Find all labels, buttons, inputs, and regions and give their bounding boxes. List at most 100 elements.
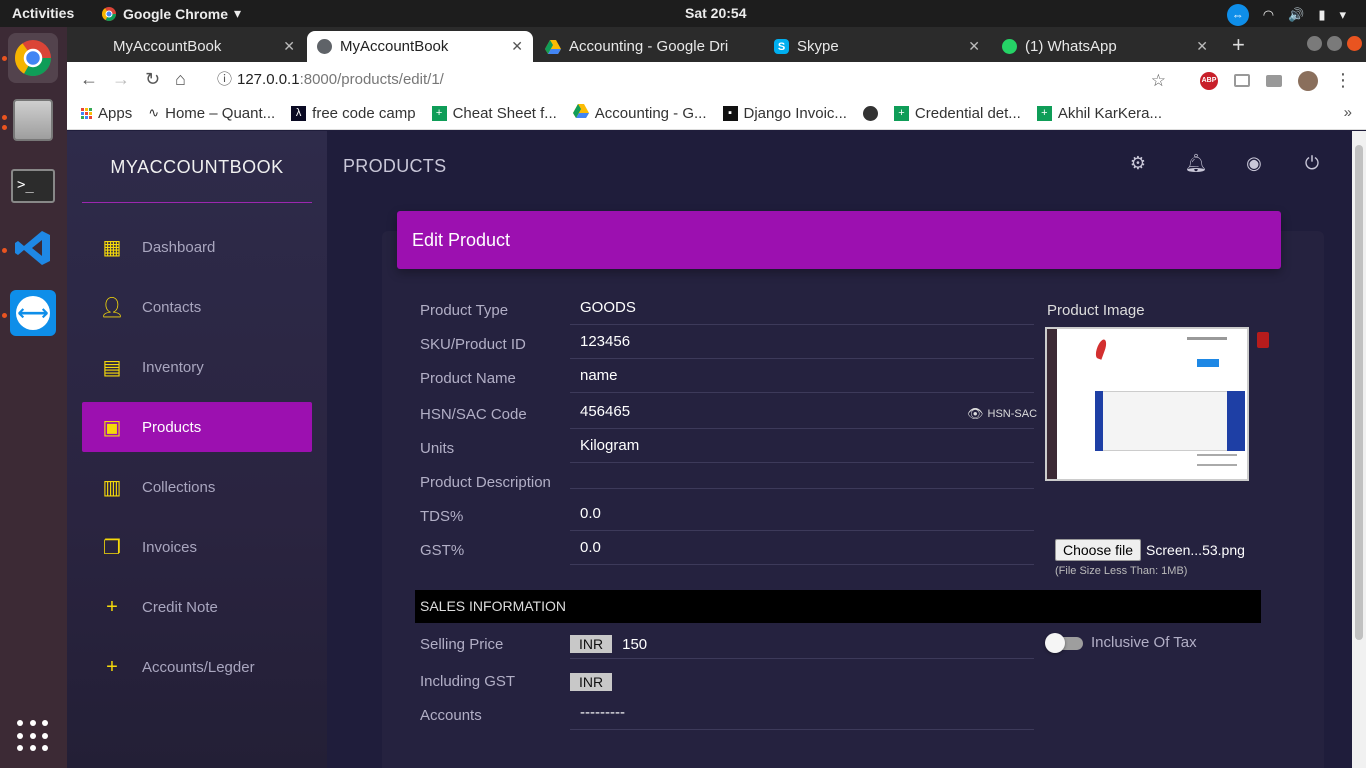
inclusive-of-tax-toggle[interactable] (1045, 633, 1085, 653)
bookmark-django-invoice[interactable]: ▪ Django Invoic... (722, 104, 847, 122)
bookmark-akhil-karkera[interactable]: + Akhil KarKera... (1036, 105, 1162, 122)
volume-icon[interactable]: 🔊 (1288, 7, 1304, 23)
globe-icon (317, 39, 332, 54)
tab-myaccountbook-1[interactable]: MyAccountBook ✕ (79, 31, 305, 62)
tab-skype[interactable]: S Skype ✕ (764, 31, 990, 62)
toggle-knob (1045, 633, 1065, 653)
sidebar-item-contacts[interactable]: 👤︎ Contacts (82, 282, 312, 332)
menu-dots-icon[interactable]: ⋮ (1334, 70, 1352, 91)
sidebar-item-dashboard[interactable]: ▦ Dashboard (82, 222, 312, 272)
close-window-button[interactable] (1347, 36, 1362, 51)
image-file-input[interactable]: Choose file Screen...53.png (1055, 539, 1245, 561)
notification-bell-icon[interactable]: 🔔︎ (1185, 153, 1208, 173)
google-drive-icon (572, 104, 589, 122)
product-type-select[interactable]: GOODS (570, 299, 1034, 325)
gst-input[interactable]: 0.0 (570, 539, 1034, 565)
sidebar-item-products[interactable]: ▣ Products (82, 402, 312, 452)
bookmark-star-icon[interactable]: ☆ (1151, 71, 1166, 91)
selling-price-value[interactable]: 150 (622, 636, 647, 653)
settings-gear-icon[interactable]: ⚙ (1128, 153, 1148, 173)
google-drive-icon (545, 39, 561, 55)
product-name-input[interactable]: name (570, 367, 1034, 393)
adblock-plus-icon[interactable]: ABP (1200, 71, 1218, 90)
vscode-dock-icon[interactable] (8, 223, 58, 273)
wifi-icon[interactable]: ◠ (1263, 7, 1274, 23)
units-select[interactable]: Kilogram (570, 437, 1034, 463)
info-icon[interactable]: ⓘ (217, 66, 232, 94)
app-menu[interactable]: Google Chrome ▾ (101, 5, 241, 22)
teamviewer-tray-icon[interactable]: ⇔ (1226, 4, 1249, 26)
selling-price-field[interactable]: INR 150 (570, 633, 1034, 659)
bookmark-home-quant[interactable]: ∿ Home – Quant... (148, 105, 275, 122)
page-scrollbar[interactable] (1352, 131, 1366, 768)
tab-whatsapp[interactable]: (1) WhatsApp ✕ (992, 31, 1218, 62)
chevron-right-icon[interactable]: » (1344, 104, 1352, 121)
product-description-input[interactable] (570, 463, 1034, 489)
bookmark-globe[interactable] (862, 105, 878, 121)
bookmark-label: Apps (98, 104, 133, 122)
camera-icon[interactable] (1266, 74, 1282, 87)
cast-icon[interactable] (1234, 74, 1250, 87)
dashboard-icon: ▦ (102, 236, 122, 259)
bookmark-apps[interactable]: Apps (81, 105, 132, 122)
close-icon[interactable]: ✕ (283, 38, 295, 55)
including-gst-field[interactable]: INR (570, 671, 1034, 697)
chrome-dock-icon[interactable] (8, 33, 58, 83)
system-tray[interactable]: ⇔ ◠ 🔊 ▮ ▾ (1226, 4, 1346, 26)
sidebar-item-credit-note[interactable]: + Credit Note (82, 582, 312, 632)
files-dock-icon[interactable] (8, 95, 58, 145)
bookmark-label: Django Invoic... (743, 104, 847, 122)
extension-icons: ☆ ABP ⋮ (1151, 70, 1352, 91)
teamviewer-dock-icon[interactable]: ⟷ (8, 288, 58, 338)
chevron-down-icon[interactable]: ▾ (1339, 7, 1346, 23)
choose-file-button[interactable]: Choose file (1055, 539, 1142, 561)
activities-button[interactable]: Activities (12, 5, 74, 21)
sku-input[interactable]: 123456 (570, 333, 1034, 359)
address-bar[interactable]: ⓘ 127.0.0.1:8000/products/edit/1/ (207, 66, 1167, 94)
power-icon[interactable]: ⏻ (1302, 153, 1322, 173)
forward-arrow-icon[interactable]: → (112, 69, 130, 90)
brand-title[interactable]: MYACCOUNTBOOK (67, 157, 327, 178)
bookmark-credential-details[interactable]: + Credential det... (893, 105, 1021, 122)
hsn-sac-lookup[interactable]: 👁︎ HSN-SAC (967, 406, 1037, 422)
ubuntu-top-bar: Activities Google Chrome ▾ Sat 20:54 ⇔ ◠… (0, 0, 1366, 27)
product-description-label: Product Description (420, 474, 551, 491)
bookmark-label: Accounting - G... (594, 104, 707, 122)
brand-divider (82, 202, 312, 203)
account-circle-icon[interactable]: ◉ (1244, 153, 1264, 173)
show-applications-icon[interactable] (17, 720, 49, 752)
tds-input[interactable]: 0.0 (570, 505, 1034, 531)
scrollbar-thumb[interactable] (1355, 145, 1363, 640)
close-icon[interactable]: ✕ (968, 38, 980, 55)
reload-icon[interactable]: ↻ (145, 69, 160, 90)
delete-image-icon[interactable] (1257, 332, 1269, 348)
hsn-sac-input[interactable]: 456465 (570, 403, 1034, 429)
accounts-select[interactable]: --------- (570, 704, 1034, 730)
tab-accounting[interactable]: Accounting - Google Dri (535, 31, 761, 62)
sidebar-item-accounts-ledger[interactable]: + Accounts/Legder (82, 642, 312, 692)
sidebar-item-collections[interactable]: ▥ Collections (82, 462, 312, 512)
profile-avatar[interactable] (1298, 70, 1318, 91)
sidebar-item-invoices[interactable]: ❐ Invoices (82, 522, 312, 572)
minimize-button[interactable] (1307, 36, 1322, 51)
close-icon[interactable]: ✕ (1196, 38, 1208, 55)
clock[interactable]: Sat 20:54 (685, 5, 746, 21)
web-page: MYACCOUNTBOOK ▦ Dashboard 👤︎ Contacts ▤ … (67, 131, 1352, 768)
home-icon[interactable]: ⌂ (175, 69, 186, 90)
sidebar-item-inventory[interactable]: ▤ Inventory (82, 342, 312, 392)
maximize-button[interactable] (1327, 36, 1342, 51)
vscode-icon (15, 231, 50, 265)
tab-myaccountbook-2[interactable]: MyAccountBook ✕ (307, 31, 533, 62)
close-icon[interactable]: ✕ (511, 38, 523, 55)
bookmark-free-code-camp[interactable]: λ free code camp (291, 105, 416, 122)
sidebar-item-label: Accounts/Legder (142, 658, 255, 676)
battery-icon[interactable]: ▮ (1318, 7, 1325, 23)
bookmark-cheat-sheet[interactable]: + Cheat Sheet f... (431, 105, 557, 122)
app-name: Google Chrome (123, 5, 229, 22)
new-tab-button[interactable]: + (1232, 32, 1245, 58)
terminal-dock-icon[interactable]: >_ (8, 161, 58, 211)
bookmark-accounting[interactable]: Accounting - G... (572, 104, 707, 122)
products-icon: ▣ (102, 416, 122, 439)
window-controls (1307, 36, 1362, 51)
back-arrow-icon[interactable]: ← (80, 69, 98, 90)
